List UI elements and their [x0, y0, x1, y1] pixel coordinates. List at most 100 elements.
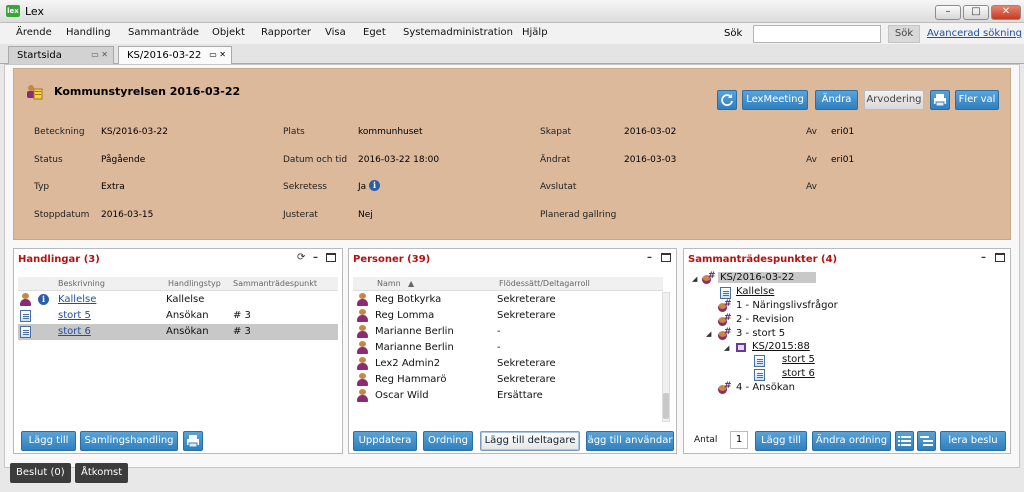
- print-button[interactable]: [930, 90, 950, 110]
- tree-agenda-item[interactable]: 4 - Ansökan: [736, 382, 795, 393]
- av-value: eri01: [831, 155, 855, 165]
- tab-close-icon[interactable]: ▭ ✕: [209, 50, 226, 59]
- tree-collapse-icon[interactable]: ◢: [692, 275, 697, 283]
- menu-sammantrade[interactable]: Sammanträde: [128, 27, 199, 38]
- print-button[interactable]: [183, 431, 203, 451]
- menu-eget[interactable]: Eget: [363, 27, 386, 38]
- person-name: Oscar Wild: [375, 390, 429, 401]
- maximize-panel-icon[interactable]: [661, 253, 671, 262]
- andrat-value: 2016-03-03: [624, 155, 677, 165]
- personer-title: Personer (39): [353, 254, 431, 265]
- tree-collapse-icon[interactable]: ◢: [724, 344, 729, 352]
- justerat-value: Nej: [358, 210, 373, 220]
- lagg-till-deltagare-button[interactable]: Lägg till deltagare: [480, 431, 580, 451]
- document-icon: [20, 326, 31, 338]
- table-row[interactable]: i Kallelse Kallelse: [18, 292, 338, 308]
- menu-arende[interactable]: Ärende: [16, 27, 52, 38]
- column-header[interactable]: Sammanträdespunkt: [233, 279, 317, 288]
- tree-agenda-item[interactable]: 1 - Näringslivsfrågor: [736, 300, 838, 311]
- list-item[interactable]: Marianne Berlin -: [353, 340, 658, 356]
- tab-meeting[interactable]: KS/2016-03-22 ▭ ✕: [118, 46, 232, 65]
- status-value: Pågående: [101, 155, 146, 165]
- ordning-button[interactable]: Ordning: [423, 431, 473, 451]
- document-icon: [20, 310, 31, 322]
- typ-value: Extra: [101, 182, 125, 192]
- tree-root-node[interactable]: KS/2016-03-22: [718, 272, 817, 283]
- close-window-button[interactable]: ✕: [991, 5, 1021, 20]
- minimize-panel-icon[interactable]: –: [981, 252, 986, 263]
- tree-document-link[interactable]: stort 6: [782, 368, 815, 379]
- list-item[interactable]: Reg Hammarö Sekreterare: [353, 372, 658, 388]
- info-icon[interactable]: i: [369, 180, 380, 191]
- beslut-button[interactable]: Beslut (0): [10, 463, 71, 483]
- column-header[interactable]: Beskrivning: [58, 279, 105, 288]
- menu-visa[interactable]: Visa: [325, 27, 346, 38]
- scrollbar-thumb[interactable]: [663, 393, 669, 419]
- document-point: # 3: [233, 310, 251, 321]
- list-item[interactable]: Reg Botkyrka Sekreterare: [353, 292, 658, 308]
- tree-view-button[interactable]: [917, 431, 936, 451]
- tree-document-link[interactable]: stort 5: [782, 354, 815, 365]
- table-row[interactable]: stort 5 Ansökan # 3: [18, 308, 338, 324]
- maximize-panel-icon[interactable]: [326, 253, 336, 262]
- menu-handling[interactable]: Handling: [66, 27, 111, 38]
- list-view-button[interactable]: [895, 431, 914, 451]
- person-role: Sekreterare: [497, 358, 556, 369]
- list-item[interactable]: Lex2 Admin2 Sekreterare: [353, 356, 658, 372]
- lagg-till-button[interactable]: Lägg till: [21, 431, 76, 451]
- tree-agenda-item[interactable]: 2 - Revision: [736, 314, 794, 325]
- justerat-label: Justerat: [283, 210, 318, 220]
- refresh-icon[interactable]: ⟳: [297, 252, 305, 263]
- antal-input[interactable]: 1: [730, 431, 748, 449]
- person-role: -: [497, 342, 501, 353]
- menu-systemadministration[interactable]: Systemadministration: [403, 27, 513, 38]
- fler-val-button[interactable]: Fler val: [955, 90, 999, 110]
- list-item[interactable]: Oscar Wild Ersättare: [353, 388, 658, 404]
- minimize-panel-icon[interactable]: –: [313, 252, 318, 263]
- document-link[interactable]: stort 5: [58, 310, 91, 321]
- maximize-panel-icon[interactable]: [995, 253, 1005, 262]
- document-icon: [754, 369, 765, 381]
- column-header[interactable]: Flödessätt/Deltagarroll: [499, 279, 590, 288]
- tree-case-link[interactable]: KS/2015:88: [752, 341, 810, 352]
- search-input[interactable]: [753, 25, 881, 43]
- atkomst-button[interactable]: Åtkomst: [75, 463, 129, 483]
- arvodering-button[interactable]: Arvodering: [864, 90, 924, 110]
- menu-hjalp[interactable]: Hjälp: [522, 27, 548, 38]
- column-header[interactable]: Namn: [377, 279, 401, 288]
- samlingshandling-button[interactable]: Samlingshandling: [80, 431, 178, 451]
- sort-ascending-icon: ▲: [408, 279, 415, 288]
- search-button[interactable]: Sök: [888, 25, 920, 43]
- lagg-till-anvandare-button[interactable]: ägg till användar: [586, 431, 674, 451]
- tree-kallelse-link[interactable]: Kallelse: [736, 286, 774, 297]
- advanced-search-link[interactable]: Avancerad sökning: [927, 28, 1022, 39]
- andra-button[interactable]: Ändra: [815, 90, 858, 110]
- andra-ordning-button[interactable]: Ändra ordning: [812, 431, 891, 451]
- person-icon: [357, 293, 368, 306]
- scrollbar[interactable]: [662, 292, 670, 422]
- tree-agenda-item[interactable]: 3 - stort 5: [736, 328, 785, 339]
- document-link[interactable]: stort 6: [58, 326, 91, 337]
- list-item[interactable]: Marianne Berlin -: [353, 324, 658, 340]
- lexmeeting-button[interactable]: LexMeeting: [742, 90, 808, 110]
- andrat-label: Ändrat: [540, 155, 571, 165]
- info-icon[interactable]: i: [38, 294, 49, 305]
- refresh-button[interactable]: [717, 90, 737, 110]
- tab-startsida[interactable]: Startsida ▭ ✕: [8, 46, 114, 64]
- minimize-button[interactable]: –: [935, 5, 961, 20]
- generera-beslut-button[interactable]: lera beslu: [940, 431, 1006, 451]
- minimize-panel-icon[interactable]: –: [647, 252, 652, 263]
- menu-objekt[interactable]: Objekt: [212, 27, 245, 38]
- document-link[interactable]: Kallelse: [58, 294, 96, 305]
- list-item[interactable]: Reg Lomma Sekreterare: [353, 308, 658, 324]
- lagg-till-button[interactable]: Lägg till: [755, 431, 807, 451]
- maximize-button[interactable]: □: [963, 5, 989, 20]
- tree-collapse-icon[interactable]: ◢: [706, 330, 711, 338]
- datum-value: 2016-03-22 18:00: [358, 155, 440, 165]
- person-name: Lex2 Admin2: [375, 358, 441, 369]
- uppdatera-button[interactable]: Uppdatera: [353, 431, 417, 451]
- column-header[interactable]: Handlingstyp: [168, 279, 221, 288]
- tab-close-icon[interactable]: ▭ ✕: [91, 50, 108, 59]
- menu-rapporter[interactable]: Rapporter: [261, 27, 311, 38]
- table-row-selected[interactable]: stort 6 Ansökan # 3: [18, 324, 338, 340]
